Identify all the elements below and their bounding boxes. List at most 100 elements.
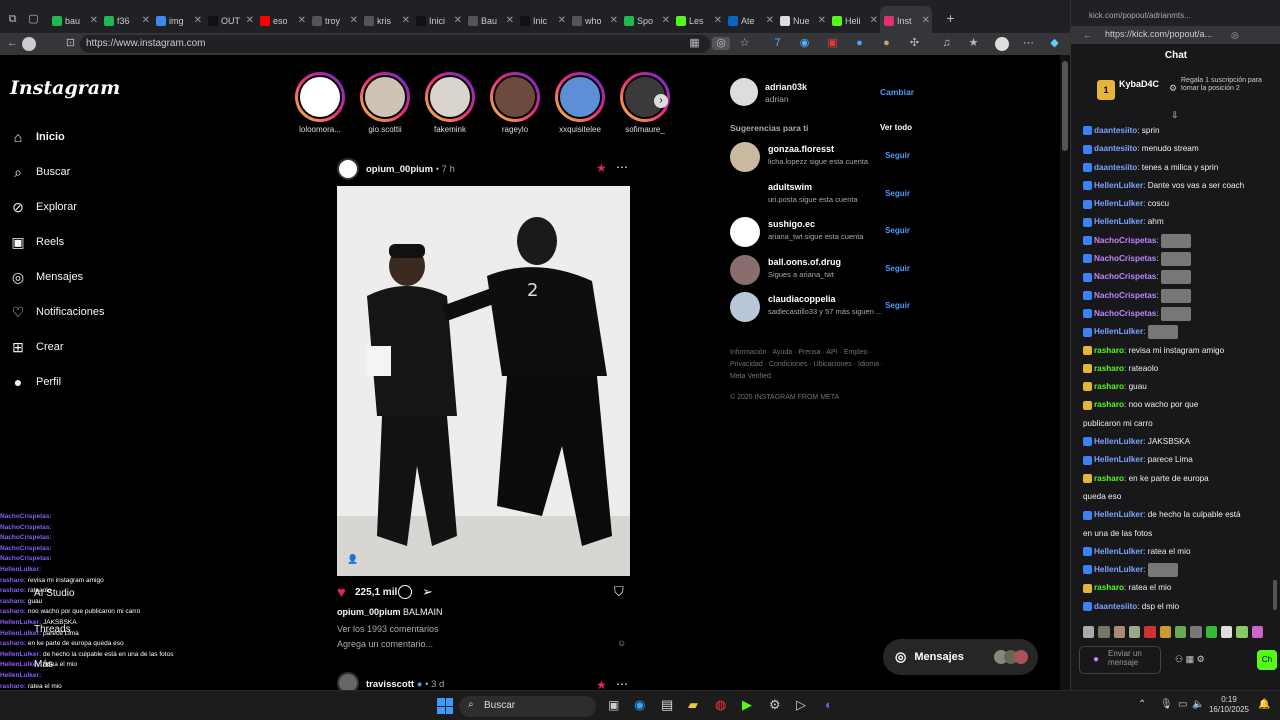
kick-app-icon[interactable]: ▶ [742, 697, 752, 713]
emoji-icon[interactable]: ☺ [617, 638, 626, 648]
follow-button[interactable]: Seguir [885, 151, 910, 160]
browser-tab[interactable]: bau ✕ [48, 6, 100, 36]
suggestion-avatar[interactable] [730, 292, 760, 322]
likes-count[interactable]: 225,1 mil [355, 587, 397, 598]
browser-tab[interactable]: Inici ✕ [412, 6, 464, 36]
chat-message[interactable]: HellenLulker: [1083, 323, 1275, 341]
emote-icon[interactable] [1190, 626, 1202, 638]
story-item[interactable]: xxquisitelee [550, 72, 610, 134]
emote-icon[interactable] [1205, 626, 1217, 638]
tab-close-icon[interactable]: ✕ [350, 15, 358, 26]
browser-tab[interactable]: kris ✕ [360, 6, 412, 36]
suggestion-avatar[interactable] [730, 254, 760, 285]
browser-tab[interactable]: who ✕ [568, 6, 620, 36]
tab-close-icon[interactable]: ✕ [402, 15, 410, 26]
follow-button[interactable]: Seguir [885, 264, 910, 273]
story-item[interactable]: gio.scottii [355, 72, 415, 134]
sidebar-item-mensajes[interactable]: ◎ Mensajes [10, 266, 83, 288]
chat-username[interactable]: HellenLulker [1094, 437, 1143, 446]
chat-username[interactable]: rasharo [1094, 474, 1124, 483]
chat-username[interactable]: HellenLulker [1094, 510, 1143, 519]
profile-avatar-icon[interactable] [22, 37, 36, 51]
chat-message[interactable]: NachoCrispetas: [1083, 268, 1275, 286]
chat-username[interactable]: daantesiito [1094, 126, 1137, 135]
suggestion-avatar[interactable] [730, 179, 760, 210]
sidebar-item-crear[interactable]: ⊞ Crear [10, 336, 63, 358]
browser-tab[interactable]: Spo ✕ [620, 6, 672, 36]
tag-user-icon[interactable]: 👤 [347, 554, 358, 565]
emote-icon[interactable] [1098, 626, 1110, 638]
tab-close-icon[interactable]: ✕ [662, 15, 670, 26]
kick-eye-off-icon[interactable]: ◎ [1231, 30, 1239, 41]
follow-button[interactable]: Seguir [885, 189, 910, 198]
suggestion-avatar[interactable] [730, 217, 760, 247]
discord-icon[interactable]: ◐ [825, 697, 833, 712]
story-item[interactable]: fakemink [420, 72, 480, 134]
chat-message[interactable]: HellenLulker: parece Lima [1083, 451, 1275, 469]
chat-message[interactable]: rasharo: ratea el mio [1083, 579, 1275, 597]
chat-username[interactable]: HellenLulker [1094, 199, 1143, 208]
tab-close-icon[interactable]: ✕ [558, 15, 566, 26]
browser-tab[interactable]: OUT ✕ [204, 6, 256, 36]
suggestion-username[interactable]: sushigo.ec [768, 219, 815, 229]
chat-username[interactable]: HellenLulker [1094, 327, 1143, 336]
stories-next-icon[interactable]: › [654, 94, 668, 108]
grid-icon[interactable]: ▦ [688, 37, 701, 50]
new-tab-icon[interactable]: + [944, 11, 957, 25]
post-username[interactable]: opium_00pium • 7 h [366, 164, 455, 175]
emote-icon[interactable] [1144, 626, 1156, 638]
suggestion-username[interactable]: gonzaa.floresst [768, 144, 834, 154]
tray-chevron-icon[interactable]: ⌃ [1138, 699, 1146, 710]
chat-settings-icons[interactable]: ⚇ ▦ ⚙ [1175, 654, 1205, 665]
chat-username[interactable]: HellenLulker [1094, 181, 1143, 190]
mic-icon[interactable]: ● [1093, 654, 1099, 665]
chat-message[interactable]: NachoCrispetas: [1083, 305, 1275, 323]
emote-icon[interactable] [1159, 626, 1171, 638]
chat-username[interactable]: rasharo [1094, 400, 1124, 409]
media-icon[interactable]: ♫ [940, 37, 953, 50]
chat-message[interactable]: HellenLulker: coscu [1083, 195, 1275, 213]
favorites-icon[interactable]: ★ [967, 37, 980, 50]
browser-tab[interactable]: Bau ✕ [464, 6, 516, 36]
chat-message[interactable]: HellenLulker: ahm [1083, 213, 1275, 231]
chat-message[interactable]: daantesiito: tenes a milica y sprin [1083, 159, 1275, 177]
browser-tab[interactable]: Les ✕ [672, 6, 724, 36]
post-image[interactable]: 2 👤 [337, 186, 630, 576]
chat-scrollbar[interactable] [1273, 580, 1277, 610]
scrollbar-thumb[interactable] [1062, 61, 1068, 151]
browser-tab[interactable]: Heli ✕ [828, 6, 880, 36]
page-scrollbar[interactable] [1060, 55, 1070, 690]
browser-tab[interactable]: Ate ✕ [724, 6, 776, 36]
microphone-icon[interactable]: 🎙 [1160, 699, 1173, 710]
tab-close-icon[interactable]: ✕ [610, 15, 618, 26]
chat-message[interactable]: rasharo: rateaolo [1083, 360, 1275, 378]
next-post-more-icon[interactable]: ⋯ [616, 677, 628, 690]
sidebar-item-perfil[interactable]: ● Perfil [10, 371, 61, 393]
sidebar-item-explorar[interactable]: ⊘ Explorar [10, 196, 77, 218]
add-comment-input[interactable]: Agrega un comentario... [337, 639, 433, 649]
chat-message[interactable]: queda eso [1083, 488, 1275, 506]
browser-tab[interactable]: Nue ✕ [776, 6, 828, 36]
account-username[interactable]: adrian03k [765, 82, 807, 92]
save-bookmark-icon[interactable]: ⛉ [614, 584, 624, 600]
chat-username[interactable]: NachoCrispetas [1094, 272, 1156, 281]
chat-message[interactable]: NachoCrispetas: [1083, 232, 1275, 250]
see-all-link[interactable]: Ver todo [880, 123, 912, 132]
sidebar-item-inicio[interactable]: ⌂ Inicio [10, 126, 65, 148]
overlay-nav-threads[interactable]: Threads [34, 624, 71, 635]
instagram-logo[interactable]: Instagram [10, 77, 120, 99]
tab-list-icon[interactable]: ▢ [27, 13, 40, 26]
tab-close-icon[interactable]: ✕ [298, 15, 306, 26]
overlay-nav-ai-studio[interactable]: AI Studio [34, 588, 75, 599]
browser-tab[interactable]: img ✕ [152, 6, 204, 36]
extension-audio-icon[interactable]: ◉ [798, 37, 811, 50]
browser-tab[interactable]: Inst ✕ [880, 6, 932, 36]
back-icon[interactable]: ← [6, 37, 19, 50]
chat-username[interactable]: daantesiito [1094, 163, 1137, 172]
more-icon[interactable]: ⋯ [1022, 37, 1035, 50]
browser-tab[interactable]: f36 ✕ [100, 6, 152, 36]
next-favorite-star-icon[interactable]: ★ [596, 678, 607, 690]
chat-message[interactable]: NachoCrispetas: [1083, 287, 1275, 305]
comment-icon[interactable] [398, 585, 412, 599]
account-avatar[interactable] [730, 78, 758, 106]
